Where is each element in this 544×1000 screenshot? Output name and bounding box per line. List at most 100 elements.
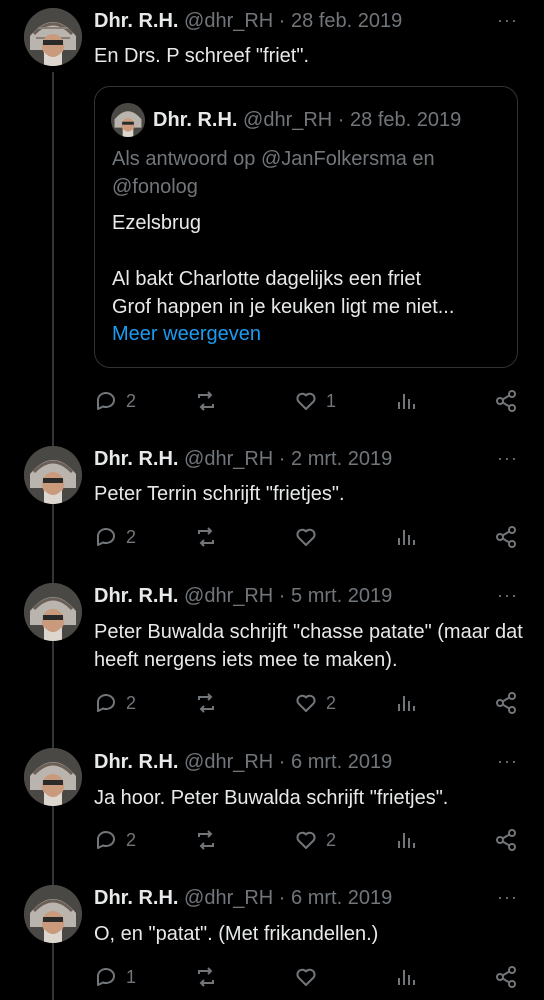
more-options-button[interactable]: ··· xyxy=(497,10,518,31)
quote-text: Ezelsbrug Al bakt Charlotte dagelijks ee… xyxy=(112,212,455,318)
heart-icon xyxy=(296,528,316,546)
separator: · xyxy=(278,10,286,32)
display-name[interactable]: Dhr. R.H. xyxy=(153,109,237,131)
avatar[interactable] xyxy=(24,583,82,641)
retweet-icon xyxy=(198,693,214,713)
like-button[interactable]: 1 xyxy=(294,386,336,416)
like-button[interactable] xyxy=(294,522,326,552)
views-button[interactable] xyxy=(394,825,426,855)
avatar[interactable] xyxy=(24,446,82,504)
retweet-button[interactable] xyxy=(194,688,226,718)
share-icon xyxy=(496,829,516,851)
like-count: 2 xyxy=(326,829,337,850)
display-name[interactable]: Dhr. R.H. xyxy=(94,10,178,32)
timestamp[interactable]: 6 mrt. 2019 xyxy=(291,751,392,773)
avatar-image xyxy=(24,748,82,806)
reply-icon xyxy=(97,831,115,849)
tweet-header: Dhr. R.H. @dhr_RH · 6 mrt. 2019 xyxy=(94,887,392,910)
display-name[interactable]: Dhr. R.H. xyxy=(94,585,178,607)
avatar-image xyxy=(24,446,82,504)
more-options-button[interactable]: ··· xyxy=(497,887,518,908)
display-name[interactable]: Dhr. R.H. xyxy=(94,751,178,773)
retweet-button[interactable] xyxy=(194,522,226,552)
views-icon xyxy=(398,530,415,545)
reply-button[interactable]: 2 xyxy=(94,688,136,718)
avatar[interactable] xyxy=(111,103,145,137)
retweet-button[interactable] xyxy=(194,825,226,855)
more-options-button[interactable]: ··· xyxy=(497,585,518,606)
like-button[interactable]: 2 xyxy=(294,825,336,855)
reply-button[interactable]: 2 xyxy=(94,825,136,855)
avatar-image xyxy=(24,8,82,66)
avatar[interactable] xyxy=(24,748,82,806)
timestamp[interactable]: 5 mrt. 2019 xyxy=(291,585,392,607)
reply-icon xyxy=(97,694,115,712)
share-button[interactable] xyxy=(494,688,518,718)
reply-count: 2 xyxy=(126,390,137,411)
heart-icon xyxy=(296,392,316,410)
reply-button[interactable]: 2 xyxy=(94,522,136,552)
views-button[interactable] xyxy=(394,386,426,416)
avatar[interactable] xyxy=(24,8,82,66)
share-icon xyxy=(496,966,516,988)
avatar-image xyxy=(111,103,145,137)
tweet-header: Dhr. R.H. @dhr_RH · 6 mrt. 2019 xyxy=(94,751,392,774)
reply-icon xyxy=(97,528,115,546)
views-icon xyxy=(398,833,415,848)
views-button[interactable] xyxy=(394,962,426,992)
reply-icon xyxy=(97,392,115,410)
display-name[interactable]: Dhr. R.H. xyxy=(94,887,178,909)
retweet-icon xyxy=(198,967,214,987)
handle[interactable]: @dhr_RH xyxy=(184,448,273,470)
reply-button[interactable]: 1 xyxy=(94,962,136,992)
views-button[interactable] xyxy=(394,688,426,718)
reply-count: 2 xyxy=(126,692,137,713)
share-button[interactable] xyxy=(494,825,518,855)
more-options-button[interactable]: ··· xyxy=(497,448,518,469)
retweet-button[interactable] xyxy=(194,962,226,992)
retweet-icon xyxy=(198,830,214,850)
share-button[interactable] xyxy=(494,962,518,992)
like-count: 2 xyxy=(326,692,337,713)
views-icon xyxy=(398,696,415,711)
show-more-link[interactable]: Meer weergeven xyxy=(112,323,261,346)
views-button[interactable] xyxy=(394,522,426,552)
views-icon xyxy=(398,970,415,985)
handle[interactable]: @dhr_RH xyxy=(184,10,273,32)
share-button[interactable] xyxy=(494,522,518,552)
display-name[interactable]: Dhr. R.H. xyxy=(94,448,178,470)
share-icon xyxy=(496,526,516,548)
tweet-text: En Drs. P schreef "friet". xyxy=(94,45,310,67)
timestamp[interactable]: 28 feb. 2019 xyxy=(291,10,402,32)
heart-icon xyxy=(296,968,316,986)
like-button[interactable]: 2 xyxy=(294,688,336,718)
reply-count: 1 xyxy=(126,966,137,987)
reply-button[interactable]: 2 xyxy=(94,386,136,416)
separator: · xyxy=(278,751,286,773)
reply-count: 2 xyxy=(126,526,137,547)
views-icon xyxy=(398,394,415,409)
quoted-tweet[interactable]: Dhr. R.H. @dhr_RH · 28 feb. 2019 Als ant… xyxy=(94,86,518,368)
like-count: 1 xyxy=(326,390,337,411)
separator: · xyxy=(337,109,345,131)
tweet-header: Dhr. R.H. @dhr_RH · 28 feb. 2019 xyxy=(94,10,402,33)
like-button[interactable] xyxy=(294,962,326,992)
handle[interactable]: @dhr_RH xyxy=(184,887,273,909)
retweet-button[interactable] xyxy=(194,386,226,416)
more-options-button[interactable]: ··· xyxy=(497,751,518,772)
avatar[interactable] xyxy=(24,885,82,943)
timestamp[interactable]: 6 mrt. 2019 xyxy=(291,887,392,909)
separator: · xyxy=(278,585,286,607)
handle[interactable]: @dhr_RH xyxy=(184,585,273,607)
action-bar: 2 2 xyxy=(94,688,524,718)
handle[interactable]: @dhr_RH xyxy=(243,109,332,131)
action-bar: 2 1 xyxy=(94,386,524,416)
reply-count: 2 xyxy=(126,829,137,850)
tweet-header: Dhr. R.H. @dhr_RH · 2 mrt. 2019 xyxy=(94,448,392,471)
tweet-text: Peter Buwalda schrijft "chasse patate" (… xyxy=(94,621,523,671)
handle[interactable]: @dhr_RH xyxy=(184,751,273,773)
tweet-text: O, en "patat". (Met frikandellen.) xyxy=(94,923,379,945)
timestamp[interactable]: 2 mrt. 2019 xyxy=(291,448,392,470)
timestamp[interactable]: 28 feb. 2019 xyxy=(350,109,461,131)
share-button[interactable] xyxy=(494,386,518,416)
